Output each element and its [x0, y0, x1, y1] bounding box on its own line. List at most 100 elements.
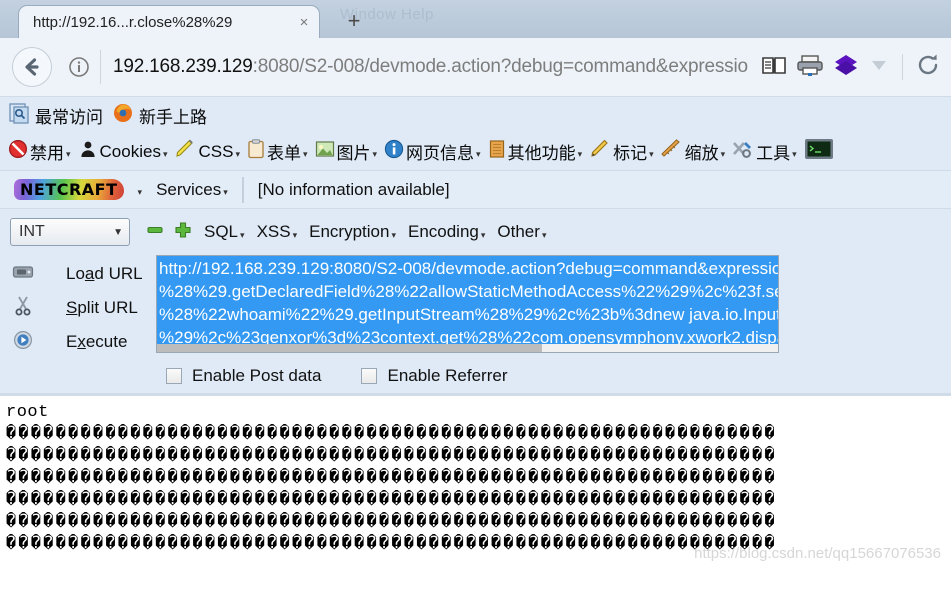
hackbar-menu-sql[interactable]: SQL ▾	[204, 222, 245, 242]
hackbar-type-value: INT	[19, 223, 45, 240]
split-url-icon	[12, 296, 34, 321]
load-url-label: Load URL	[66, 264, 143, 283]
split-url-button[interactable]: Split URL	[4, 291, 156, 325]
enable-post-data-checkbox[interactable]: Enable Post data	[166, 366, 321, 386]
add-icon[interactable]	[174, 221, 192, 244]
bookmark-most-visited[interactable]: 最常访问	[8, 102, 103, 129]
load-url-button[interactable]: Load URL	[4, 257, 156, 291]
hackbar-menu-label: Encryption	[309, 222, 390, 241]
tools-icon	[732, 139, 754, 164]
browser-tab[interactable]: http://192.16...r.close%28%29 ×	[18, 5, 320, 38]
chevron-down-icon: ▼	[113, 226, 123, 238]
netcraft-toolbar: NETCRAFT ▾ Services ▾ [No information av…	[0, 170, 951, 209]
disable-icon	[8, 139, 28, 164]
chevron-down-icon[interactable]: ▾	[138, 187, 143, 198]
print-icon[interactable]	[796, 53, 824, 82]
enable-referrer-label: Enable Referrer	[387, 366, 508, 385]
garbled-output-row: ����������������������������������������…	[6, 447, 777, 466]
chevron-down-icon: ▾	[223, 187, 228, 197]
resize-icon	[660, 139, 683, 164]
wd-item-label: 禁用	[30, 144, 64, 163]
garbled-output-row: ����������������������������������������…	[6, 425, 777, 444]
wd-item-disable[interactable]: 禁用 ▾	[6, 139, 73, 164]
netcraft-services-menu[interactable]: Services ▾	[156, 180, 228, 200]
new-tab-button[interactable]: +	[340, 8, 368, 34]
address-bar-text: 192.168.239.129:8080/S2-008/devmode.acti…	[113, 56, 748, 78]
hackbar-menu-other[interactable]: Other ▾	[497, 222, 546, 242]
load-url-icon	[12, 262, 34, 287]
chevron-down-icon: ▾	[66, 149, 71, 159]
chevron-down-icon: ▾	[541, 229, 547, 240]
wd-item-pageinfo[interactable]: 网页信息 ▾	[382, 139, 483, 164]
bookmark-label: 最常访问	[35, 107, 103, 127]
netcraft-logo[interactable]: NETCRAFT	[14, 179, 124, 200]
outline-icon	[589, 139, 611, 164]
tab-title: http://192.16...r.close%28%29	[33, 13, 233, 31]
page-content: root �����������������������������������…	[0, 396, 951, 580]
wd-item-label: 表单	[266, 144, 301, 163]
command-output-root: root	[6, 403, 49, 422]
site-info-icon[interactable]	[66, 54, 92, 80]
reader-icon[interactable]	[761, 54, 787, 81]
chevron-down-icon: ▾	[391, 229, 396, 240]
scrollbar-thumb[interactable]	[157, 344, 543, 352]
garbled-output-row: ����������������������������������������…	[6, 491, 777, 510]
wd-item-label: 工具	[756, 144, 791, 163]
hackbar-menu-encoding[interactable]: Encoding ▾	[408, 222, 485, 242]
execute-button[interactable]: Execute	[4, 325, 156, 359]
wd-item-tools[interactable]: 工具 ▾	[730, 139, 799, 164]
enable-referrer-checkbox[interactable]: Enable Referrer	[361, 366, 508, 386]
execute-icon	[12, 330, 34, 355]
hackbar-type-select[interactable]: INT ▼	[10, 218, 130, 246]
hackbar-action-list: Load URL Split URL Execute	[4, 255, 156, 359]
hackbar-menu-xss[interactable]: XSS ▾	[257, 222, 298, 242]
hackbar-menu-label: Other	[497, 222, 540, 241]
chevron-down-icon[interactable]	[868, 54, 890, 81]
chevron-down-icon: ▾	[292, 229, 298, 240]
chevron-down-icon: ▾	[480, 229, 486, 240]
wd-item-label: CSS	[198, 141, 234, 161]
hackbar-diamond-icon[interactable]	[833, 53, 859, 82]
pageinfo-icon	[384, 139, 404, 164]
bookmarks-bar: 最常访问 新手上路	[0, 97, 951, 133]
hackbar-url-line: http://192.168.239.129:8080/S2-008/devmo…	[159, 259, 778, 278]
wd-item-label: 图片	[336, 144, 371, 163]
images-icon	[315, 139, 335, 164]
bookmark-getting-started[interactable]: 新手上路	[112, 102, 207, 129]
chevron-down-icon: ▾	[372, 149, 378, 159]
wd-item-images[interactable]: 图片 ▾	[313, 139, 380, 164]
wd-item-console[interactable]	[802, 138, 836, 165]
wd-item-misc[interactable]: 其他功能 ▾	[486, 139, 585, 164]
hackbar-menu-encryption[interactable]: Encryption ▾	[309, 222, 396, 242]
close-icon[interactable]: ×	[295, 13, 313, 31]
forms-icon	[247, 139, 265, 164]
hackbar-url-textarea[interactable]: http://192.168.239.129:8080/S2-008/devmo…	[156, 255, 779, 353]
css-icon	[174, 139, 196, 164]
wd-item-outline[interactable]: 标记 ▾	[587, 139, 656, 164]
reload-icon[interactable]	[915, 52, 941, 83]
hackbar-menu-label: XSS	[256, 222, 291, 241]
wd-item-cookies[interactable]: Cookies ▾	[76, 139, 170, 164]
horizontal-scrollbar[interactable]	[157, 344, 778, 352]
console-icon	[804, 138, 834, 165]
wd-item-css[interactable]: CSS ▾	[172, 139, 242, 164]
wd-item-resize[interactable]: 缩放 ▾	[659, 139, 728, 164]
address-bar[interactable]: 192.168.239.129:8080/S2-008/devmode.acti…	[100, 50, 761, 84]
wd-item-forms[interactable]: 表单 ▾	[245, 139, 310, 164]
garbled-output-row: ����������������������������������������…	[6, 513, 777, 532]
chevron-down-icon: ▾	[476, 149, 481, 159]
hackbar-menubar: INT ▼ SQL ▾ XSS ▾ Encryption ▾ Encoding …	[0, 215, 951, 249]
firefox-icon	[112, 102, 134, 129]
checkbox-box[interactable]	[361, 368, 378, 384]
remove-icon[interactable]	[146, 221, 164, 244]
hackbar-addremove-group	[146, 221, 192, 244]
checkbox-box[interactable]	[166, 368, 182, 384]
back-icon[interactable]	[12, 47, 52, 87]
toolbar-icon-group	[761, 52, 945, 83]
address-host: 192.168.239.129	[113, 56, 253, 77]
netcraft-divider	[241, 176, 244, 203]
netcraft-status: [No information available]	[257, 179, 450, 199]
chevron-down-icon: ▾	[302, 149, 308, 159]
wd-item-label: 网页信息	[406, 144, 475, 163]
wd-item-label: Cookies	[99, 141, 161, 161]
